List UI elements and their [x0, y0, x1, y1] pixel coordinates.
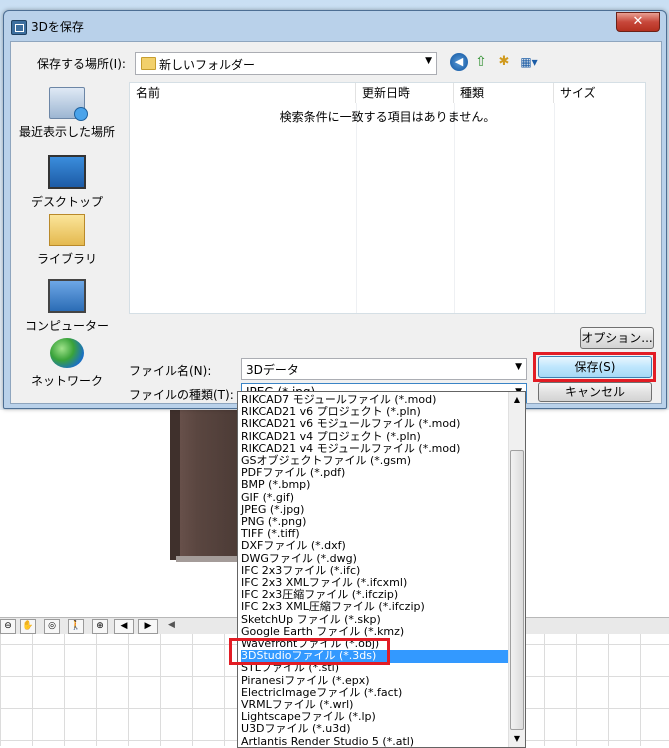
place-recent[interactable]: 最近表示した場所: [11, 87, 123, 140]
file-type-dropdown[interactable]: RIKCAD7 モジュールファイル (*.mod)RIKCAD21 v6 プロジ…: [237, 391, 526, 748]
next-view-icon[interactable]: ▶: [138, 619, 158, 634]
app-icon: [11, 20, 27, 35]
file-list[interactable]: 名前 更新日時 ▲ 種類 サイズ 検索条件に一致する項目はありません。: [129, 82, 646, 314]
pan-hand-icon[interactable]: ✋: [20, 619, 36, 634]
place-label: デスクトップ: [11, 193, 123, 210]
file-type-option[interactable]: Artlantis Render Studio 5 (*.atl): [241, 736, 509, 748]
dialog-titlebar[interactable]: 3Dを保存 ✕: [4, 11, 666, 41]
column-name[interactable]: 名前: [130, 83, 356, 103]
place-label: コンピューター: [11, 317, 123, 334]
cancel-button[interactable]: キャンセル: [538, 382, 652, 402]
current-folder-name: 新しいフォルダー: [159, 56, 255, 73]
empty-message: 検索条件に一致する項目はありません。: [130, 108, 645, 125]
chevron-down-icon[interactable]: ▼: [425, 56, 432, 66]
new-folder-icon[interactable]: ✱: [495, 53, 513, 71]
place-label: ライブラリ: [11, 250, 123, 267]
computer-icon: [48, 279, 86, 313]
column-divider: [454, 103, 455, 313]
file-type-option[interactable]: IFC 2x3 XML圧縮ファイル (*.ifczip): [241, 601, 509, 613]
scroll-down-icon[interactable]: ▼: [509, 731, 525, 747]
up-folder-icon[interactable]: ⇧: [472, 53, 490, 71]
column-modified[interactable]: 更新日時 ▲: [356, 83, 454, 103]
file-type-option[interactable]: BMP (*.bmp): [241, 479, 509, 491]
file-type-option[interactable]: DXFファイル (*.dxf): [241, 540, 509, 552]
dialog-title: 3Dを保存: [31, 18, 84, 35]
place-library[interactable]: ライブラリ: [11, 214, 123, 267]
zoom-fit-icon[interactable]: ⊕: [92, 619, 108, 634]
pillar-side-face: [170, 410, 180, 560]
pillar-shadow: [176, 556, 242, 562]
place-label: 最近表示した場所: [11, 123, 123, 140]
file-name-label: ファイル名(N):: [129, 362, 211, 379]
desktop-icon: [48, 155, 86, 189]
3ds-option-highlight: [229, 638, 390, 665]
file-name-value: 3Dデータ: [246, 361, 299, 378]
dialog-body: 保存する場所(I): 新しいフォルダー ▼ ◀ ⇧ ✱ ▦▾ 最近表示した場所 …: [10, 41, 662, 404]
zoom-out-icon[interactable]: ⊖: [0, 619, 16, 634]
scroll-up-icon[interactable]: ▲: [509, 392, 525, 408]
place-desktop[interactable]: デスクトップ: [11, 155, 123, 210]
place-network[interactable]: ネットワーク: [11, 338, 123, 389]
walk-icon[interactable]: 🚶: [68, 619, 84, 634]
3d-pillar-model: [170, 410, 238, 560]
save-in-label: 保存する場所(I):: [37, 55, 126, 72]
view-menu-icon[interactable]: ▦▾: [516, 53, 542, 71]
library-icon: [49, 214, 85, 246]
save-in-combo[interactable]: 新しいフォルダー ▼: [135, 52, 437, 75]
scrollbar-thumb[interactable]: [510, 450, 524, 730]
options-button[interactable]: オプション...: [580, 327, 654, 349]
place-computer[interactable]: コンピューター: [11, 279, 123, 334]
column-divider: [554, 103, 555, 313]
file-type-option[interactable]: U3Dファイル (*.u3d): [241, 723, 509, 735]
column-size[interactable]: サイズ: [554, 83, 645, 103]
column-divider: [356, 103, 357, 313]
save-button-highlight: [533, 352, 656, 382]
close-button[interactable]: ✕: [616, 12, 660, 32]
save-3d-dialog: 3Dを保存 ✕ 保存する場所(I): 新しいフォルダー ▼ ◀ ⇧ ✱ ▦▾ 最…: [3, 10, 667, 409]
back-arrow-icon[interactable]: ◀: [450, 53, 468, 71]
column-type[interactable]: 種類: [454, 83, 554, 103]
folder-icon: [141, 57, 156, 70]
file-type-option[interactable]: RIKCAD21 v6 モジュールファイル (*.mod): [241, 418, 509, 430]
file-type-label: ファイルの種類(T):: [129, 386, 234, 403]
file-name-field[interactable]: 3Dデータ ▼: [241, 358, 527, 380]
orbit-icon[interactable]: ◎: [44, 619, 60, 634]
place-label: ネットワーク: [11, 372, 123, 389]
recent-places-icon: [49, 87, 85, 119]
previous-view-icon[interactable]: ◀: [114, 619, 134, 634]
sort-arrow-icon: ▲: [401, 79, 407, 99]
network-icon: [50, 338, 84, 368]
dropdown-scrollbar[interactable]: ▲ ▼: [508, 392, 525, 747]
chevron-down-icon[interactable]: ▼: [515, 362, 522, 372]
scroll-left-icon[interactable]: ◀: [168, 620, 175, 630]
